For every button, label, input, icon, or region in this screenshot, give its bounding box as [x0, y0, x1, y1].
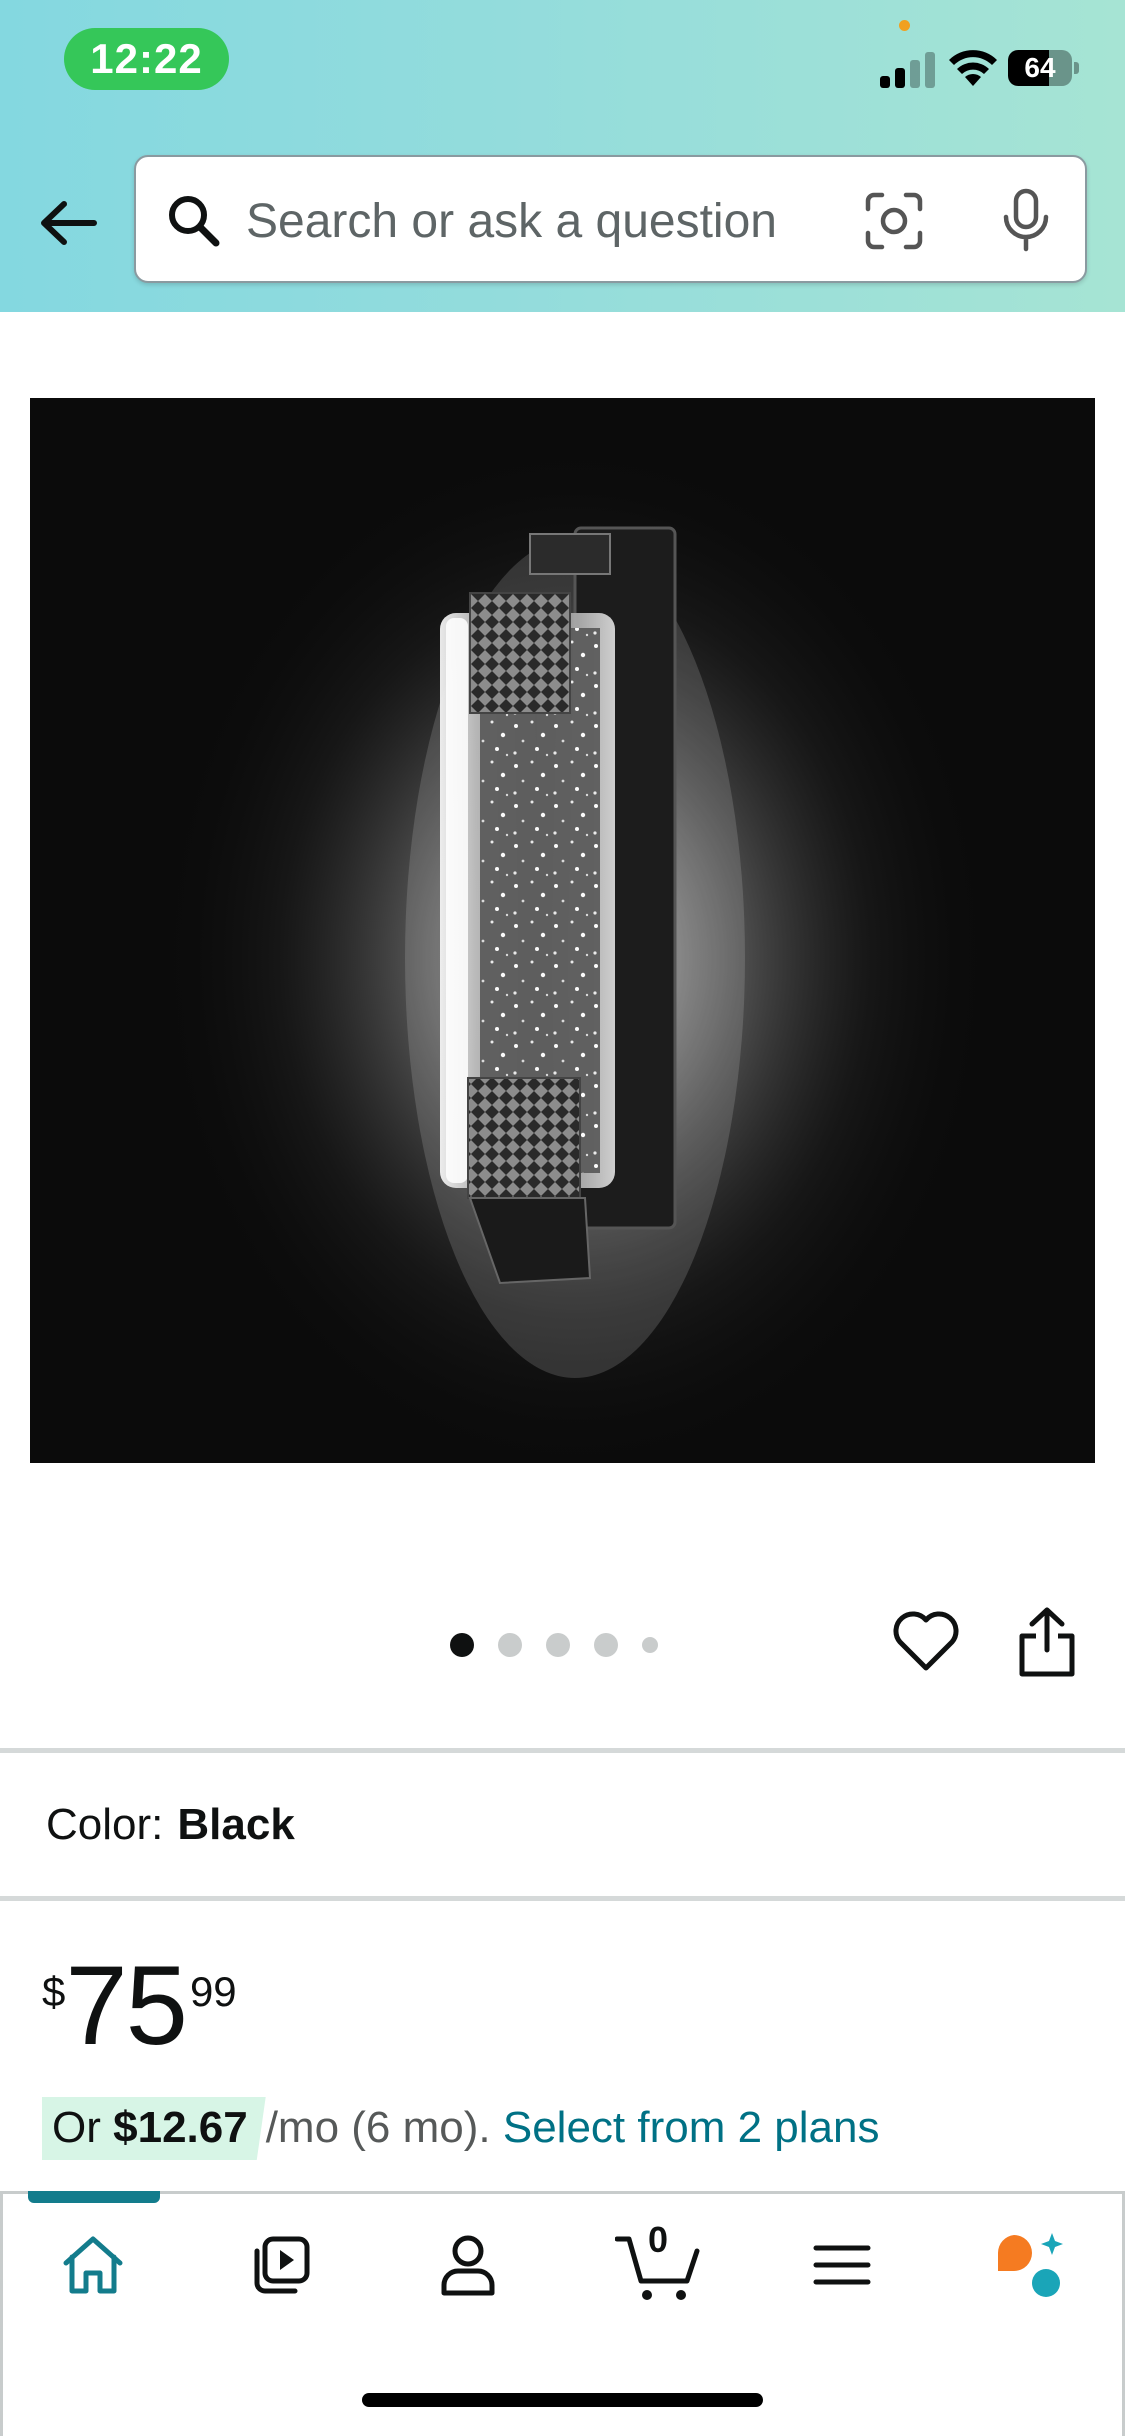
- active-tab-indicator: [28, 2191, 160, 2203]
- home-icon: [63, 2236, 123, 2294]
- price: $ 75 99: [42, 1950, 237, 2062]
- price-whole: 75: [65, 1943, 188, 2068]
- heart-icon[interactable]: [890, 1606, 962, 1678]
- app-header: 12:22 64: [0, 0, 1125, 312]
- monthly-amount: $12.67: [113, 2103, 248, 2152]
- color-value: Black: [177, 1800, 295, 1849]
- price-fraction: 99: [189, 1968, 237, 2015]
- carousel-dot[interactable]: [594, 1633, 618, 1657]
- image-carousel-dots: [450, 1630, 658, 1660]
- person-icon: [441, 2235, 495, 2296]
- video-play-icon: [254, 2236, 310, 2294]
- search-input[interactable]: [246, 181, 846, 261]
- monthly-payment-offer: Or $12.67/mo (6 mo). Select from 2 plans: [42, 2097, 880, 2160]
- microphone-icon[interactable]: [996, 187, 1056, 255]
- select-plans-link[interactable]: Select from 2 plans: [503, 2103, 880, 2152]
- monthly-amount-highlight: Or $12.67: [42, 2097, 266, 2160]
- cart-count-badge: 0: [647, 2219, 669, 2260]
- share-icon[interactable]: [1014, 1604, 1080, 1680]
- tab-account[interactable]: [423, 2225, 513, 2305]
- tab-cart[interactable]: 0: [608, 2219, 708, 2305]
- tab-rufus[interactable]: [985, 2225, 1075, 2305]
- back-button[interactable]: [30, 185, 105, 260]
- color-selection: Color: Black: [46, 1800, 295, 1850]
- carousel-dot[interactable]: [642, 1637, 658, 1653]
- color-label: Color:: [46, 1800, 164, 1849]
- privacy-indicator-dot: [899, 20, 910, 31]
- menu-icon: [813, 2245, 871, 2285]
- battery-level: 64: [1024, 52, 1056, 83]
- tab-video[interactable]: [236, 2225, 326, 2305]
- cellular-signal-icon: [880, 50, 936, 88]
- status-time: 12:22: [64, 28, 229, 90]
- camera-lens-icon[interactable]: [862, 189, 926, 253]
- section-divider: [0, 1896, 1125, 1901]
- search-bar[interactable]: [134, 155, 1087, 283]
- back-arrow-icon: [40, 200, 97, 245]
- home-indicator: [362, 2393, 763, 2407]
- price-currency-symbol: $: [42, 1968, 66, 2015]
- wall-sconce-photo: [155, 438, 995, 1463]
- rufus-assistant-icon: [997, 2233, 1063, 2297]
- search-icon: [169, 196, 220, 247]
- carousel-dot[interactable]: [450, 1633, 474, 1657]
- section-divider: [0, 1748, 1125, 1753]
- wifi-icon: [949, 50, 997, 86]
- tab-home[interactable]: [48, 2225, 138, 2305]
- monthly-terms: /mo (6 mo).: [265, 2103, 491, 2152]
- product-image[interactable]: [30, 398, 1095, 1463]
- carousel-dot[interactable]: [498, 1633, 522, 1657]
- carousel-dot[interactable]: [546, 1633, 570, 1657]
- tab-menu[interactable]: [797, 2225, 887, 2305]
- battery-icon: 64: [1008, 50, 1080, 86]
- monthly-prefix: Or: [52, 2103, 101, 2152]
- product-page: 12:22 64 Search or ask a question Color:…: [0, 0, 1125, 2436]
- status-bar: 12:22 64: [0, 0, 1125, 120]
